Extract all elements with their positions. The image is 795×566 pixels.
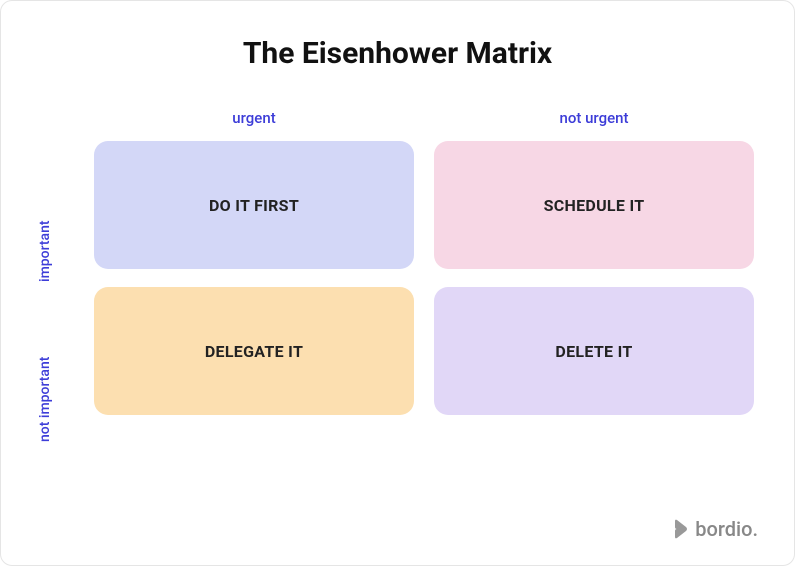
column-headers: urgent not urgent [94,109,754,127]
cell-do-first: DO IT FIRST [94,141,414,269]
col-header-urgent: urgent [94,109,414,127]
brand-logo: bordio. [673,517,758,541]
row-label-not-important: not important [37,357,53,442]
row-label-important: important [37,220,53,282]
diagram-title: The Eisenhower Matrix [1,36,794,71]
cell-delete-it: DELETE IT [434,287,754,415]
brand-icon [673,519,689,539]
matrix-row-important: DO IT FIRST SCHEDULE IT [94,141,754,269]
matrix-container: important not important urgent not urgen… [1,109,794,415]
matrix-rows: DO IT FIRST SCHEDULE IT DELEGATE IT DELE… [94,141,754,415]
brand-text: bordio. [695,517,758,541]
col-header-not-urgent: not urgent [434,109,754,127]
cell-schedule-it: SCHEDULE IT [434,141,754,269]
matrix-row-not-important: DELEGATE IT DELETE IT [94,287,754,415]
cell-delegate-it: DELEGATE IT [94,287,414,415]
